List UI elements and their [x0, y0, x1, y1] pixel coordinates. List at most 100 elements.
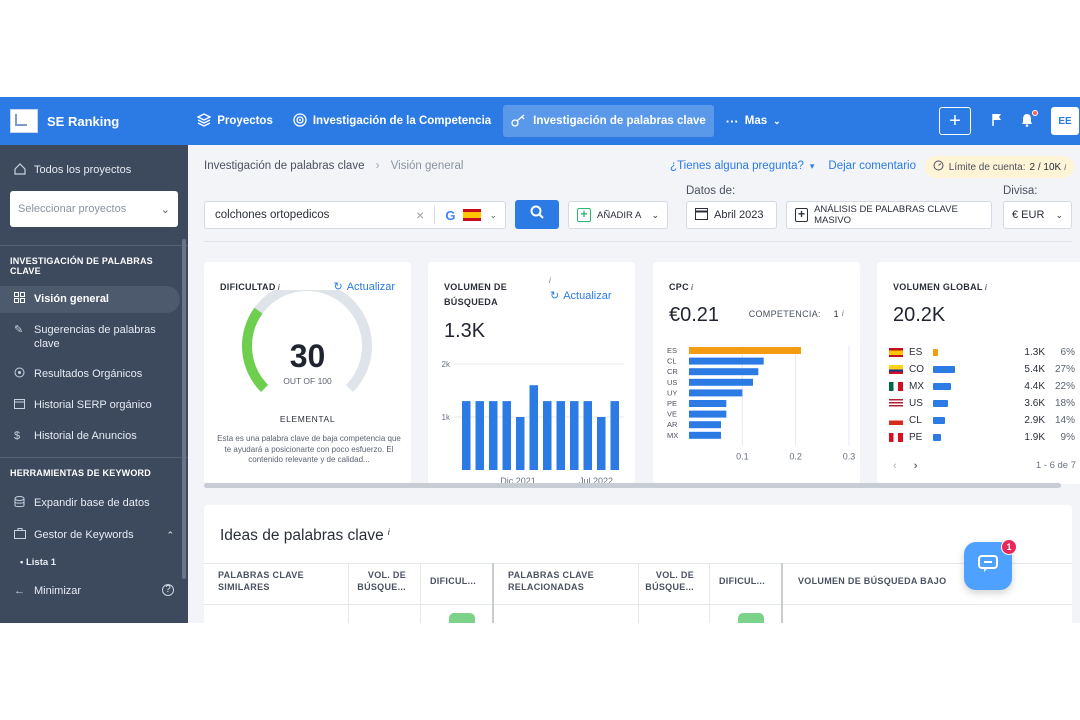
chevron-right-icon: › [375, 160, 380, 172]
nav-more[interactable]: ··· Mas ⌄ [718, 105, 789, 137]
info-icon[interactable]: i [388, 527, 390, 537]
avatar[interactable]: EE [1051, 107, 1079, 135]
es-flag-icon [889, 348, 903, 357]
difficulty-pill [738, 613, 764, 623]
sidebar-scrollbar[interactable] [182, 239, 186, 579]
sidebar-item-expand-db[interactable]: Expandir base de datos [0, 490, 188, 518]
breadcrumb-keyword-research[interactable]: Investigación de palabras clave [204, 160, 364, 172]
search-button[interactable] [515, 200, 559, 229]
difficulty-level: ELEMENTAL [279, 414, 336, 424]
add-button[interactable]: + [939, 107, 971, 135]
sidebar-section-keyword-research: INVESTIGACIÓN DE PALABRAS CLAVE [10, 256, 153, 276]
bulk-analysis-button[interactable]: + ANÁLISIS DE PALABRAS CLAVE MASIVO [786, 201, 992, 229]
volume-bar [529, 385, 538, 470]
difficulty-card: DIFICULTAD i ↻ Actualizar 30 OUT OF 100 EL… [204, 262, 411, 484]
country-percent: 9% [1060, 432, 1075, 443]
x-tick-label: 0.1 [736, 451, 749, 461]
clear-icon[interactable]: × [416, 207, 424, 223]
app-window: SE Ranking Proyectos Investigación de la… [0, 97, 1080, 623]
difficulty-pill [449, 613, 475, 623]
difficulty-out-of: OUT OF 100 [283, 376, 332, 386]
minimize-sidebar-button[interactable]: ← Minimizar ? [0, 578, 188, 604]
global-title: VOLUMEN GLOBAL [893, 282, 983, 292]
sidebar-item-serp-history[interactable]: Historial SERP orgánico [0, 392, 188, 419]
add-to-button[interactable]: + AÑADIR A ⌄ [568, 201, 668, 229]
feedback-link[interactable]: Dejar comentario [828, 160, 916, 172]
sidebar-item-overview[interactable]: Visión general [0, 286, 180, 313]
difficulty-value: 30 [289, 338, 326, 374]
col-related-keywords[interactable]: PALABRAS CLAVE RELACIONADAS [508, 569, 618, 593]
chevron-right-icon[interactable]: › [914, 460, 918, 472]
project-selector[interactable]: Seleccionar proyectos ⌄ [10, 191, 178, 227]
col-search-volume-1[interactable]: VOL. DE BÚSQUE... [350, 569, 406, 593]
grid-icon [14, 292, 34, 307]
refresh-volume-button[interactable]: ↻ Actualizar [550, 289, 612, 302]
col-difficulty-1[interactable]: DIFICUL... [430, 575, 476, 587]
category-label: ES [667, 346, 677, 355]
question-link[interactable]: ¿Tienes alguna pregunta? ▾ [670, 160, 814, 172]
sidebar-item-organic-results[interactable]: Resultados Orgánicos [0, 361, 188, 388]
nav-competitor-research[interactable]: Investigación de la Competencia [285, 105, 499, 137]
sidebar-item-suggestions[interactable]: ✎ Sugerencias de palabras clave [0, 317, 188, 357]
logo-icon[interactable] [10, 109, 38, 133]
col-low-volume[interactable]: VOLUMEN DE BÚSQUEDA BAJO [798, 575, 946, 587]
account-limit-badge: Límite de cuenta: 2 / 10K i [924, 156, 1074, 178]
cpc-chart: 0.1 0.2 0.3 ES CLCR USUY PE VEAR MX [667, 346, 855, 461]
chevron-left-icon[interactable]: ‹ [893, 460, 897, 472]
date-label: Datos de: [686, 185, 736, 197]
sidebar-subitem-list-1[interactable]: • Lista 1 [0, 553, 188, 572]
info-icon[interactable]: i [549, 276, 551, 285]
country-row: ES 1.3K 6% [889, 344, 1075, 361]
sidebar-item-keyword-manager[interactable]: Gestor de Keywords ⌃ [0, 522, 188, 549]
horizontal-scrollbar[interactable] [204, 483, 1061, 488]
sidebar: Todos los proyectos Seleccionar proyecto… [0, 145, 188, 623]
flag-icon[interactable] [991, 113, 1003, 130]
cpc-bar [689, 389, 743, 397]
refresh-icon: ↻ [550, 290, 560, 302]
breadcrumb-overview: Visión general [390, 160, 464, 172]
search-query[interactable]: colchones ortopedicos [205, 209, 416, 221]
col-search-volume-2[interactable]: VOL. DE BÚSQUE... [638, 569, 694, 593]
global-volume-card: VOLUMEN GLOBAL i 20.2K ES 1.3K 6% CO 5.4K 27% M… [877, 262, 1080, 484]
country-code: CL [909, 415, 922, 426]
country-volume: 5.4K [1024, 364, 1045, 375]
all-projects-link[interactable]: Todos los proyectos [14, 159, 174, 181]
chevron-down-icon[interactable]: ⌄ [489, 210, 497, 221]
target-icon [293, 112, 307, 130]
cpc-bar [689, 421, 721, 429]
chat-unread-badge: 1 [1001, 539, 1017, 555]
date-picker[interactable]: Abril 2023 [686, 201, 777, 229]
pager: ‹ › [893, 460, 917, 472]
nav-keyword-research[interactable]: Investigación de palabras clave [503, 105, 714, 137]
brand-name[interactable]: SE Ranking [47, 114, 119, 129]
info-icon[interactable]: i [985, 283, 988, 292]
country-bar [933, 383, 951, 390]
chevron-down-icon: ⌄ [651, 209, 659, 220]
calendar-icon [695, 207, 708, 223]
chat-icon [978, 554, 998, 578]
plus-square-icon: + [577, 208, 591, 222]
volume-bar [597, 417, 606, 470]
info-icon[interactable]: i [691, 283, 694, 292]
help-icon[interactable]: ? [162, 584, 174, 596]
pe-flag-icon [889, 433, 903, 442]
country-code: MX [909, 381, 924, 392]
country-percent: 6% [1060, 347, 1075, 358]
notification-dot [1032, 109, 1038, 116]
currency-select[interactable]: € EUR ⌄ [1003, 201, 1072, 229]
bell-icon[interactable] [1021, 109, 1038, 130]
nav-projects[interactable]: Proyectos [189, 105, 281, 137]
country-bar [933, 417, 945, 424]
info-icon[interactable]: i [842, 309, 844, 318]
google-icon[interactable]: G [445, 208, 455, 223]
col-difficulty-2[interactable]: DIFICUL... [719, 575, 765, 587]
volume-bar [610, 401, 619, 470]
caret-down-icon: ▾ [809, 161, 815, 171]
sidebar-item-ads-history[interactable]: $ Historial de Anuncios [0, 423, 188, 449]
global-volume-value: 20.2K [893, 304, 946, 326]
category-label: VE [667, 410, 677, 419]
col-similar-keywords[interactable]: PALABRAS CLAVE SIMILARES [218, 569, 318, 593]
volume-title-line2: BÚSQUEDA [444, 297, 498, 307]
spain-flag-icon[interactable] [463, 209, 482, 221]
keyword-search-input[interactable]: colchones ortopedicos × G ⌄ [204, 201, 506, 229]
